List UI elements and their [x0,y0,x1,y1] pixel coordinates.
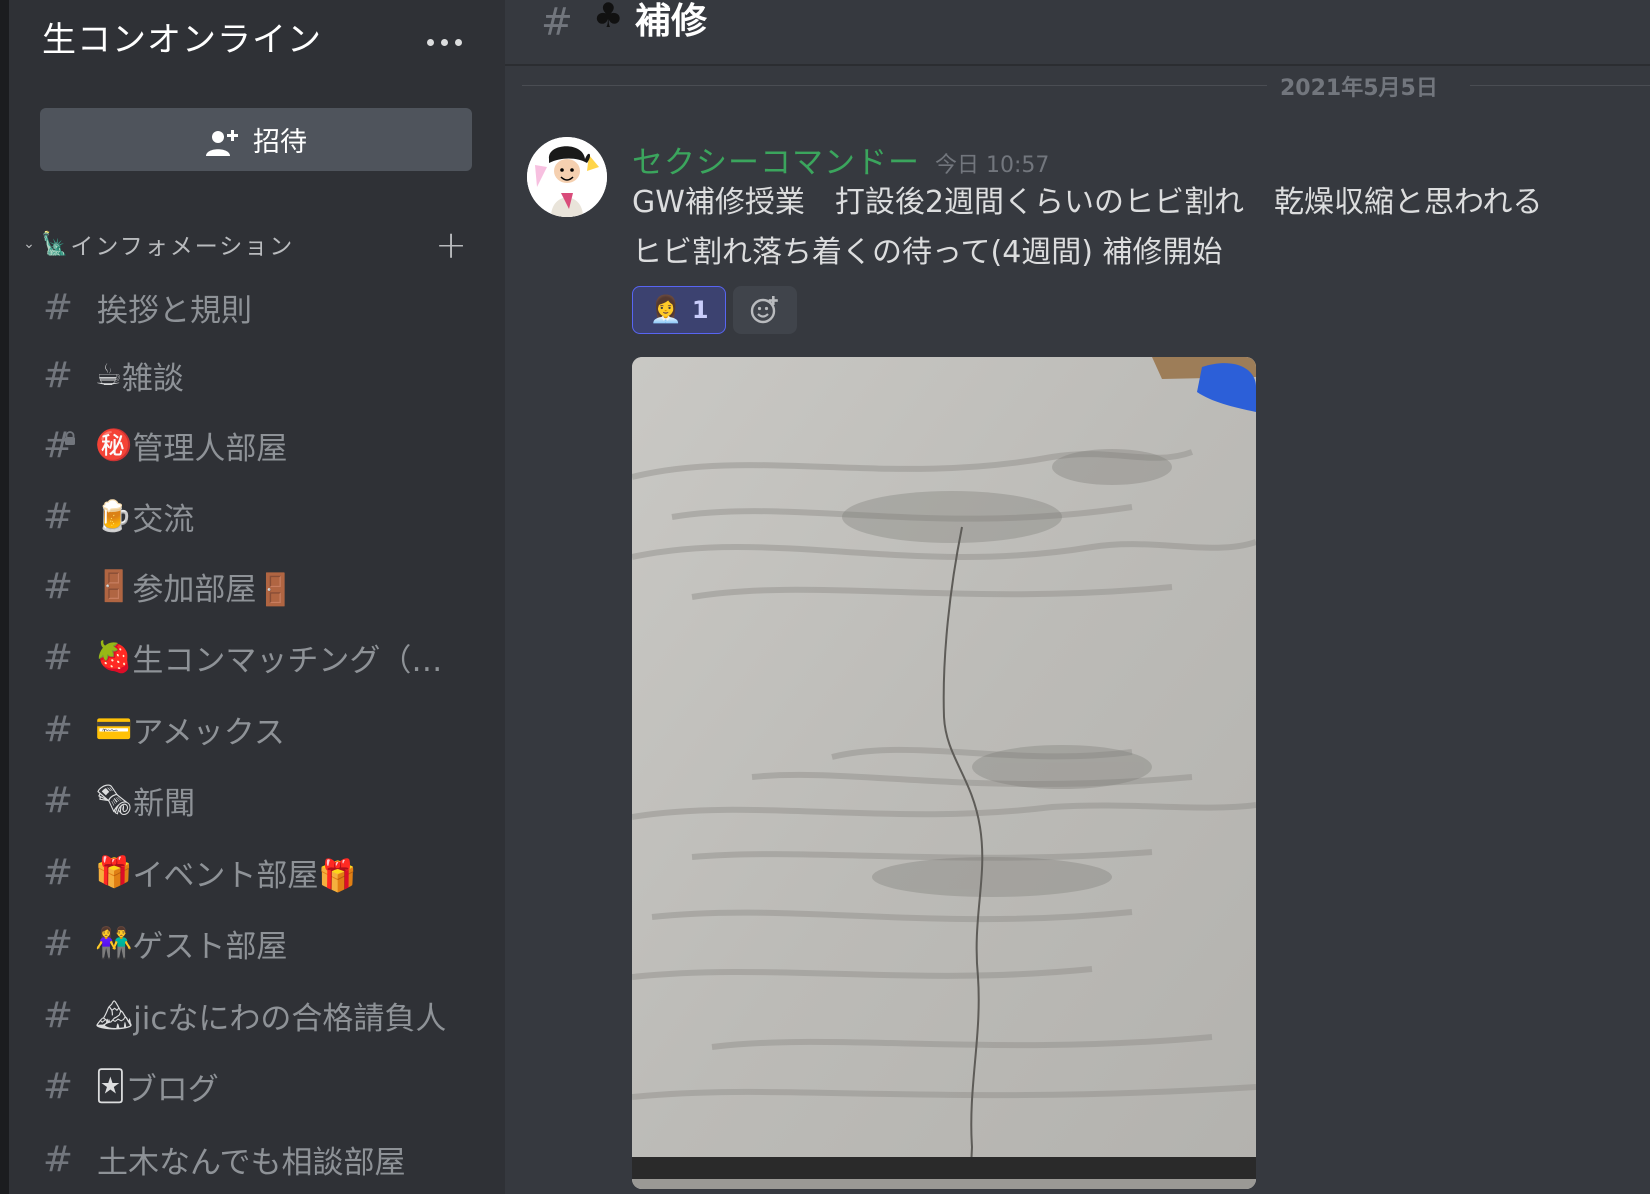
hash-icon: # [42,1065,74,1107]
hash-icon: # [42,495,74,537]
channel-item[interactable]: # 💳 アメックス [33,700,485,758]
channel-label: 生コンマッチング（… [132,642,443,679]
channel-emoji-icon: 🗞 [95,782,134,818]
channel-emoji-icon: 🏔 [95,997,134,1033]
hash-icon: # [42,565,74,607]
hash-icon: # [33,425,83,466]
channel-item[interactable]: # 🎁 イベント部屋🎁 [33,843,485,901]
message-content: GW補修授業 打設後2週間くらいのヒビ割れ 乾燥収縮と思われる ヒビ割れ落ち着く… [632,178,1632,278]
channel-emoji-icon: ☕ [95,357,122,393]
hash-icon: # [42,994,74,1036]
channel-item[interactable]: # 挨拶と規則 [33,278,485,336]
channel-emoji-icon: 🍺 [95,498,133,534]
channel-emoji-icon: 🃏 [95,1068,126,1104]
hash-icon: # [541,0,573,44]
channel-item[interactable]: # ㊙️ 管理人部屋 [33,416,485,474]
message-line: GW補修授業 打設後2週間くらいのヒビ割れ 乾燥収縮と思われる [632,185,1543,220]
channel-label: 交流 [132,501,195,538]
channel-label: ブログ [125,1071,219,1108]
invite-button[interactable]: 招待 [40,108,472,171]
chevron-down-icon: ⌄ [23,236,35,252]
message-author[interactable]: セクシーコマンドー [632,137,920,182]
hash-icon: # [42,354,74,396]
category-label: インフォメーション [70,234,295,260]
channel-item[interactable]: # 🚪 参加部屋🚪 [33,557,485,615]
channel-emoji-icon: ㊙️ [95,427,133,463]
reaction-button[interactable]: 👩‍💼 1 [632,286,726,334]
channel-emoji-icon: 👫 [95,925,133,961]
server-name[interactable]: 生コンオンライン [42,12,322,61]
channel-emoji-icon: 🍓 [95,639,133,675]
date-divider-right [1470,85,1650,86]
channel-item[interactable]: # 土木なんでも相談部屋 [33,1130,485,1188]
window-edge [0,0,9,1194]
avatar-image [527,137,607,217]
channel-item[interactable]: # 🃏 ブログ [33,1057,485,1115]
hash-icon: # [42,708,74,750]
channel-sidebar: 生コンオンライン 招待 ⌄ 🗽 インフォメーション + # 挨拶と規則 # ☕ 雑談 # ㊙… [9,0,505,1194]
hash-icon: # [42,851,74,893]
channel-label: 参加部屋🚪 [132,571,295,608]
lock-icon [65,430,75,445]
hash-icon: # [42,286,74,328]
add-user-icon [206,129,238,156]
channel-item[interactable]: # 🏔 jicなにわの合格請負人 [33,986,485,1044]
plus-icon[interactable]: + [435,223,467,267]
date-separator: 2021年5月5日 [1280,76,1438,101]
hash-icon: # [42,779,74,821]
channel-label: イベント部屋🎁 [132,857,357,894]
channel-item[interactable]: # 🍓 生コンマッチング（… [33,628,485,686]
channel-item[interactable]: # ☕ 雑談 [33,346,485,404]
channel-label: 挨拶と規則 [97,292,252,329]
reaction-count: 1 [691,296,709,324]
club-suit-icon: ♣ [593,0,624,36]
message-line: ヒビ割れ落ち着くの待って(4週間) 補修開始 [632,235,1223,270]
invite-label: 招待 [253,127,307,158]
channel-header: # ♣ 補修 [505,0,1650,66]
category-information[interactable]: ⌄ 🗽 インフォメーション + [17,223,477,267]
channel-emoji-icon: 🎁 [95,854,133,890]
channel-label: 管理人部屋 [132,430,288,467]
hash-icon: # [42,922,74,964]
channel-label: 新聞 [133,785,196,822]
more-dots-icon[interactable] [425,30,465,54]
channel-title: 補修 [635,1,708,42]
channel-label: ゲスト部屋 [132,928,288,965]
hash-icon: # [42,636,74,678]
channel-item[interactable]: # 🗞 新聞 [33,771,485,829]
channel-emoji-icon: 🚪 [95,568,133,604]
statue-of-liberty-icon: 🗽 [41,231,69,257]
channel-label: アメックス [132,714,285,751]
channel-label: jicなにわの合格請負人 [133,1000,447,1037]
reaction-emoji: 👩‍💼 [649,295,682,325]
channel-emoji-icon: 💳 [95,711,133,747]
add-reaction-icon [750,296,778,324]
channel-label: 土木なんでも相談部屋 [97,1144,406,1181]
chat-area: # ♣ 補修 2021年5月5日 セクシーコマンドー 今日 10:57 GW補修… [505,0,1650,1194]
add-reaction-button[interactable] [733,286,797,334]
avatar[interactable] [527,137,607,217]
message-timestamp: 今日 10:57 [935,153,1050,178]
channel-item[interactable]: # 👫 ゲスト部屋 [33,914,485,972]
concrete-crack-photo [632,357,1256,1189]
channel-item[interactable]: # 🍺 交流 [33,487,485,545]
date-divider-left [522,85,1267,86]
image-attachment[interactable] [632,357,1256,1189]
channel-label: 雑談 [121,360,184,397]
hash-icon: # [42,1138,74,1180]
